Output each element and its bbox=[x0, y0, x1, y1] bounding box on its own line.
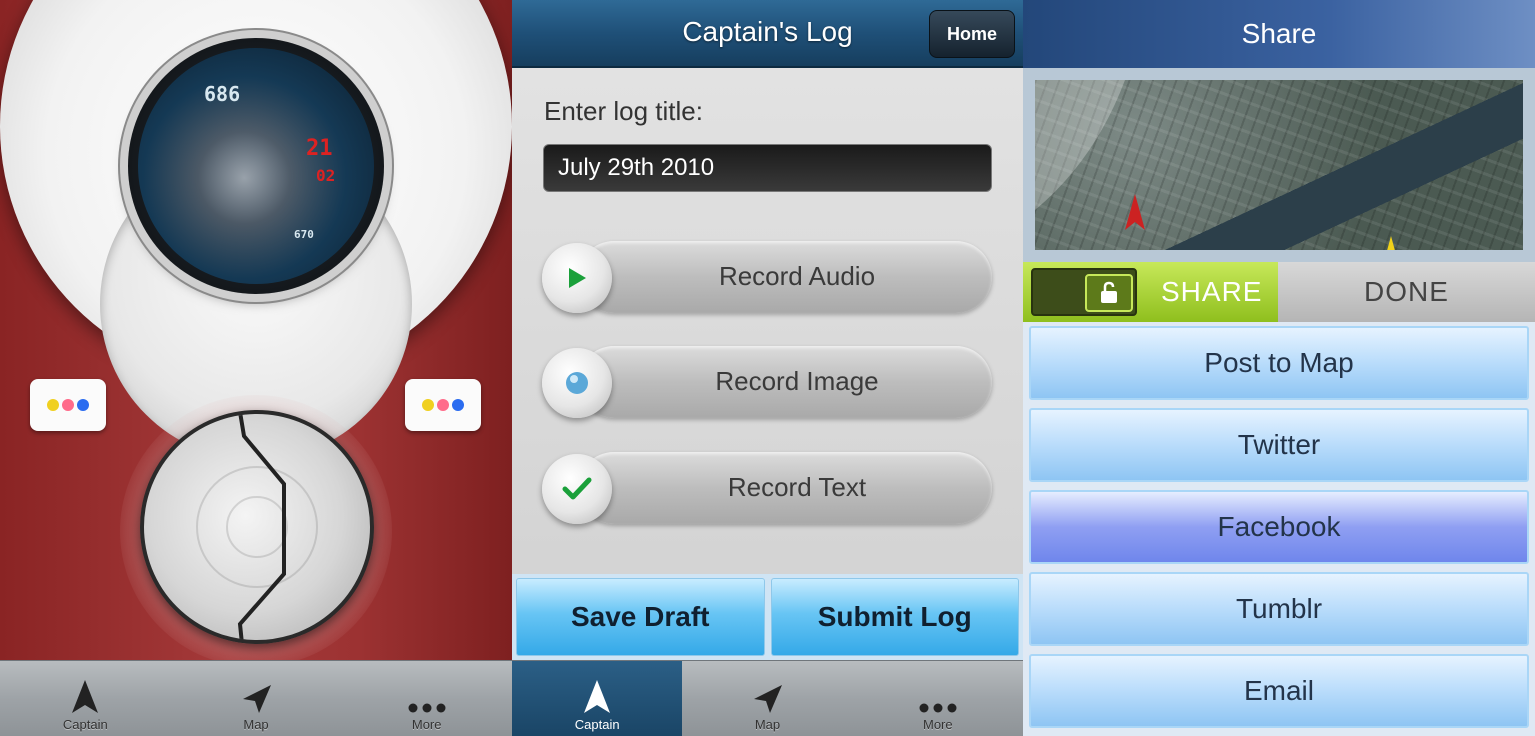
blue-led bbox=[452, 399, 464, 411]
log-title-input[interactable]: July 29th 2010 bbox=[543, 144, 992, 192]
tab-label: Map bbox=[243, 717, 269, 732]
pink-led bbox=[62, 399, 74, 411]
tab-more[interactable]: More bbox=[341, 661, 512, 736]
facebook-button[interactable]: Facebook bbox=[1029, 490, 1529, 564]
starfleet-delta-icon bbox=[72, 680, 99, 713]
list-item: Email bbox=[1023, 650, 1535, 732]
user-marker-icon bbox=[1387, 236, 1395, 250]
tab-map[interactable]: Map bbox=[171, 661, 342, 736]
nav-bar: Captain's Log Home bbox=[512, 0, 1023, 68]
record-knob bbox=[542, 348, 612, 418]
play-icon bbox=[569, 268, 586, 288]
left-indicator-lights bbox=[30, 379, 106, 431]
tab-label: More bbox=[411, 717, 442, 732]
tab-map[interactable]: Map bbox=[682, 661, 852, 736]
save-draft-button[interactable]: Save Draft bbox=[516, 578, 765, 656]
hud-small-number: 670 bbox=[294, 228, 314, 241]
captains-log-screen: Captain's Log Home Enter log title: July… bbox=[512, 0, 1023, 736]
checkmark-icon bbox=[562, 477, 592, 500]
submit-log-button[interactable]: Submit Log bbox=[770, 578, 1019, 656]
blue-dot-icon bbox=[566, 372, 588, 394]
dial-split-line bbox=[196, 414, 318, 640]
share-toggle-label: SHARE bbox=[1161, 276, 1263, 307]
record-knob bbox=[542, 454, 612, 524]
list-item: Tumblr bbox=[1023, 568, 1535, 650]
share-toggle[interactable]: SHARE DONE bbox=[1023, 262, 1535, 322]
tab-more[interactable]: More bbox=[853, 661, 1023, 736]
post-to-map-button[interactable]: Post to Map bbox=[1029, 326, 1529, 400]
log-actions: Save Draft Submit Log bbox=[512, 574, 1023, 660]
navigation-arrow-icon bbox=[754, 685, 783, 713]
more-dots-icon bbox=[919, 703, 957, 713]
share-screen: Share SHARE DONE Post to Map Twitter Fac… bbox=[1023, 0, 1535, 736]
blue-led bbox=[77, 399, 89, 411]
map-overlay bbox=[1035, 80, 1395, 250]
tab-captain[interactable]: Captain bbox=[512, 661, 683, 736]
twitter-button[interactable]: Twitter bbox=[1029, 408, 1529, 482]
list-item: Facebook bbox=[1023, 486, 1535, 568]
share-toggle-on[interactable]: SHARE bbox=[1023, 262, 1278, 322]
share-options-list: Post to Map Twitter Facebook Tumblr Emai… bbox=[1023, 322, 1535, 732]
location-marker-icon bbox=[1125, 194, 1145, 230]
unlock-icon bbox=[1085, 274, 1133, 312]
record-image-button[interactable]: Record Image bbox=[542, 344, 992, 422]
record-text-button[interactable]: Record Text bbox=[542, 450, 992, 528]
yellow-led bbox=[422, 399, 434, 411]
record-audio-button[interactable]: Record Audio bbox=[542, 239, 992, 317]
hud-red-readout-2: 02 bbox=[316, 166, 336, 185]
tricorder-home-screen: 686 21 02 670 Captain Map More bbox=[0, 0, 512, 736]
hud-arc bbox=[138, 138, 374, 284]
hud-display: 686 21 02 670 bbox=[138, 48, 374, 284]
list-item: Post to Map bbox=[1023, 322, 1535, 404]
map-frame bbox=[1023, 68, 1535, 262]
starfleet-delta-icon bbox=[584, 680, 611, 713]
record-audio-label: Record Audio bbox=[718, 261, 876, 291]
done-label: DONE bbox=[1364, 276, 1449, 307]
tumblr-button[interactable]: Tumblr bbox=[1029, 572, 1529, 646]
nav-bar: Share bbox=[1023, 0, 1535, 68]
satellite-map[interactable] bbox=[1035, 80, 1523, 250]
list-item: Twitter bbox=[1023, 404, 1535, 486]
toggle-knob[interactable] bbox=[1031, 268, 1137, 316]
record-text-label: Record Text bbox=[727, 472, 867, 502]
navigation-arrow-icon bbox=[243, 685, 271, 713]
tab-captain[interactable]: Captain bbox=[0, 661, 171, 736]
metal-dial-button[interactable] bbox=[140, 410, 374, 644]
record-image-label: Record Image bbox=[715, 366, 879, 396]
pink-led bbox=[437, 399, 449, 411]
hud-top-number: 686 bbox=[204, 82, 241, 106]
log-title-label: Enter log title: bbox=[544, 96, 703, 126]
hud-red-readout: 21 bbox=[306, 136, 333, 161]
record-knob bbox=[542, 243, 612, 313]
tab-label: Map bbox=[754, 717, 781, 732]
page-title: Share bbox=[1241, 18, 1317, 49]
yellow-led bbox=[47, 399, 59, 411]
home-button[interactable]: Home bbox=[929, 10, 1015, 58]
email-button[interactable]: Email bbox=[1029, 654, 1529, 728]
tab-label: More bbox=[923, 717, 953, 732]
tab-bar: Captain Map More bbox=[512, 660, 1023, 736]
right-indicator-lights bbox=[405, 379, 481, 431]
tab-label: Captain bbox=[574, 717, 620, 732]
more-dots-icon bbox=[408, 703, 446, 713]
done-button[interactable]: DONE bbox=[1278, 262, 1535, 322]
tab-bar: Captain Map More bbox=[0, 660, 512, 736]
tab-label: Captain bbox=[62, 717, 108, 732]
